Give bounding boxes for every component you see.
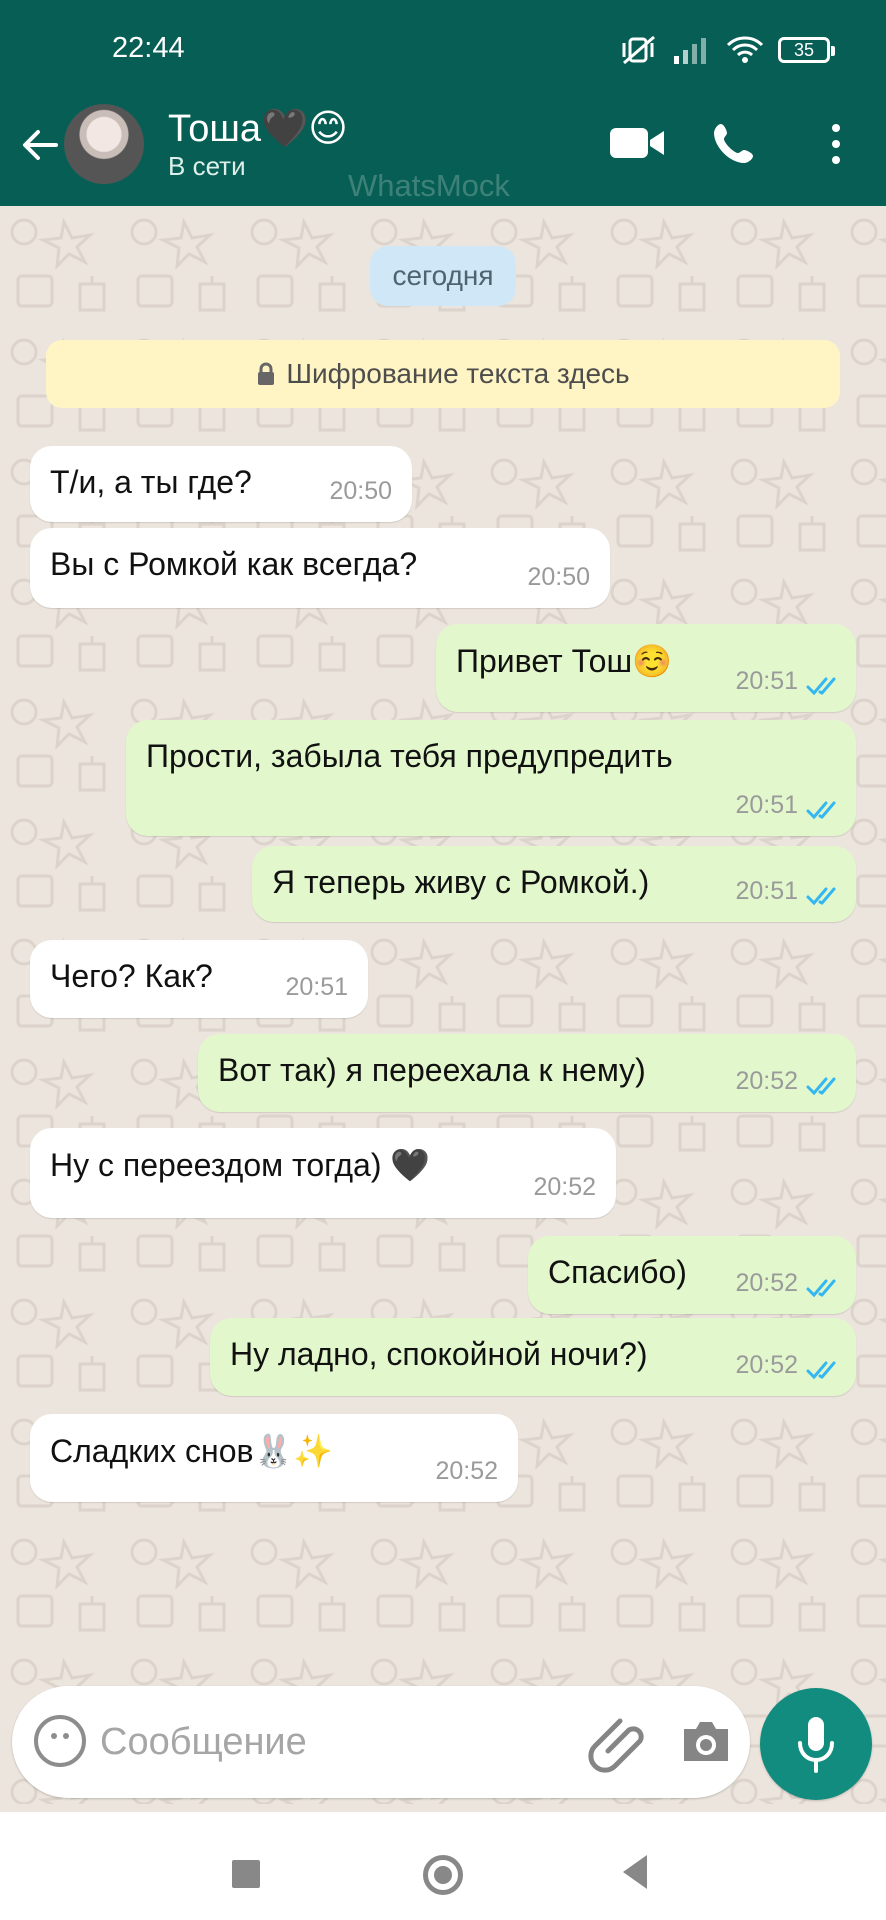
message-text: Ну ладно, спокойной ночи?) <box>230 1336 648 1372</box>
message-text: Вы с Ромкой как всегда? <box>50 546 418 582</box>
read-ticks-icon <box>806 1361 836 1380</box>
avatar[interactable] <box>64 104 144 184</box>
video-call-icon[interactable] <box>608 126 666 160</box>
chat-header: 22:44 35 Тоша🖤😊 В сети WhatsMock <box>0 0 886 206</box>
emoji-icon[interactable] <box>34 1715 86 1767</box>
read-ticks-icon <box>806 1077 836 1096</box>
status-time: 22:44 <box>112 32 185 64</box>
message-time: 20:50 <box>329 477 392 505</box>
message-time: 20:50 <box>527 563 590 591</box>
watermark: WhatsMock <box>348 168 510 203</box>
message-bubble-5[interactable]: Я теперь живу с Ромкой.) 20:51 <box>252 846 856 922</box>
message-text: Прости, забыла тебя предупредить <box>146 738 673 774</box>
contact-status: В сети <box>168 151 246 181</box>
wifi-icon <box>726 36 764 63</box>
message-time: 20:52 <box>735 1067 798 1095</box>
message-time: 20:52 <box>735 1351 798 1379</box>
system-navigation-bar <box>0 1812 886 1920</box>
message-bubble-3[interactable]: Привет Тош☺️ 20:51 <box>436 624 856 712</box>
attachment-icon[interactable] <box>587 1713 647 1773</box>
system-back-icon[interactable] <box>623 1855 647 1889</box>
status-icons: 35 <box>620 30 835 70</box>
signal-icon <box>674 38 706 64</box>
message-text: Ну с переездом тогда) 🖤 <box>50 1147 431 1183</box>
message-text: Привет Тош☺️ <box>456 643 672 679</box>
encryption-notice[interactable]: Шифрование текста здесь <box>46 340 840 408</box>
read-ticks-icon <box>806 677 836 696</box>
mute-vibrate-icon <box>622 35 655 65</box>
read-ticks-icon <box>806 801 836 820</box>
message-text: Спасибо) <box>548 1254 687 1290</box>
camera-icon[interactable] <box>678 1715 734 1767</box>
home-icon[interactable] <box>423 1855 463 1895</box>
contact-name[interactable]: Тоша🖤😊 <box>168 106 348 151</box>
message-bubble-1[interactable]: Т/и, а ты где? 20:50 <box>30 446 412 522</box>
microphone-icon <box>798 1717 834 1773</box>
battery-icon: 35 <box>778 37 835 63</box>
message-bubble-11[interactable]: Сладких снов🐰✨ 20:52 <box>30 1414 518 1502</box>
message-time: 20:52 <box>435 1457 498 1485</box>
recent-apps-icon[interactable] <box>232 1860 260 1888</box>
message-text: Чего? Как? <box>50 958 213 994</box>
message-text: Вот так) я переехала к нему) <box>218 1052 646 1088</box>
lock-icon <box>258 362 275 385</box>
message-bubble-4[interactable]: Прости, забыла тебя предупредить 20:51 <box>126 720 856 836</box>
message-composer[interactable]: Сообщение <box>12 1686 750 1798</box>
message-bubble-8[interactable]: Ну с переездом тогда) 🖤 20:52 <box>30 1128 616 1218</box>
encryption-notice-text: Шифрование текста здесь <box>286 358 630 389</box>
message-bubble-6[interactable]: Чего? Как? 20:51 <box>30 940 368 1018</box>
message-time: 20:51 <box>735 791 798 819</box>
message-text: Сладких снов🐰✨ <box>50 1433 334 1469</box>
read-ticks-icon <box>806 1279 836 1298</box>
more-vert-icon[interactable] <box>822 120 850 168</box>
message-time: 20:51 <box>735 877 798 905</box>
message-bubble-7[interactable]: Вот так) я переехала к нему) 20:52 <box>198 1034 856 1112</box>
message-bubble-10[interactable]: Ну ладно, спокойной ночи?) 20:52 <box>210 1318 856 1396</box>
message-time: 20:52 <box>533 1173 596 1201</box>
message-time: 20:52 <box>735 1269 798 1297</box>
voice-message-button[interactable] <box>760 1688 872 1800</box>
message-time: 20:51 <box>285 973 348 1001</box>
read-ticks-icon <box>806 887 836 906</box>
message-input[interactable]: Сообщение <box>100 1721 307 1764</box>
message-text: Т/и, а ты где? <box>50 464 252 500</box>
date-separator: сегодня <box>370 246 516 306</box>
back-arrow-icon[interactable] <box>18 124 60 166</box>
message-bubble-9[interactable]: Спасибо) 20:52 <box>528 1236 856 1314</box>
message-time: 20:51 <box>735 667 798 695</box>
phone-icon[interactable] <box>712 121 756 165</box>
message-bubble-2[interactable]: Вы с Ромкой как всегда? 20:50 <box>30 528 610 608</box>
message-text: Я теперь живу с Ромкой.) <box>272 864 650 900</box>
